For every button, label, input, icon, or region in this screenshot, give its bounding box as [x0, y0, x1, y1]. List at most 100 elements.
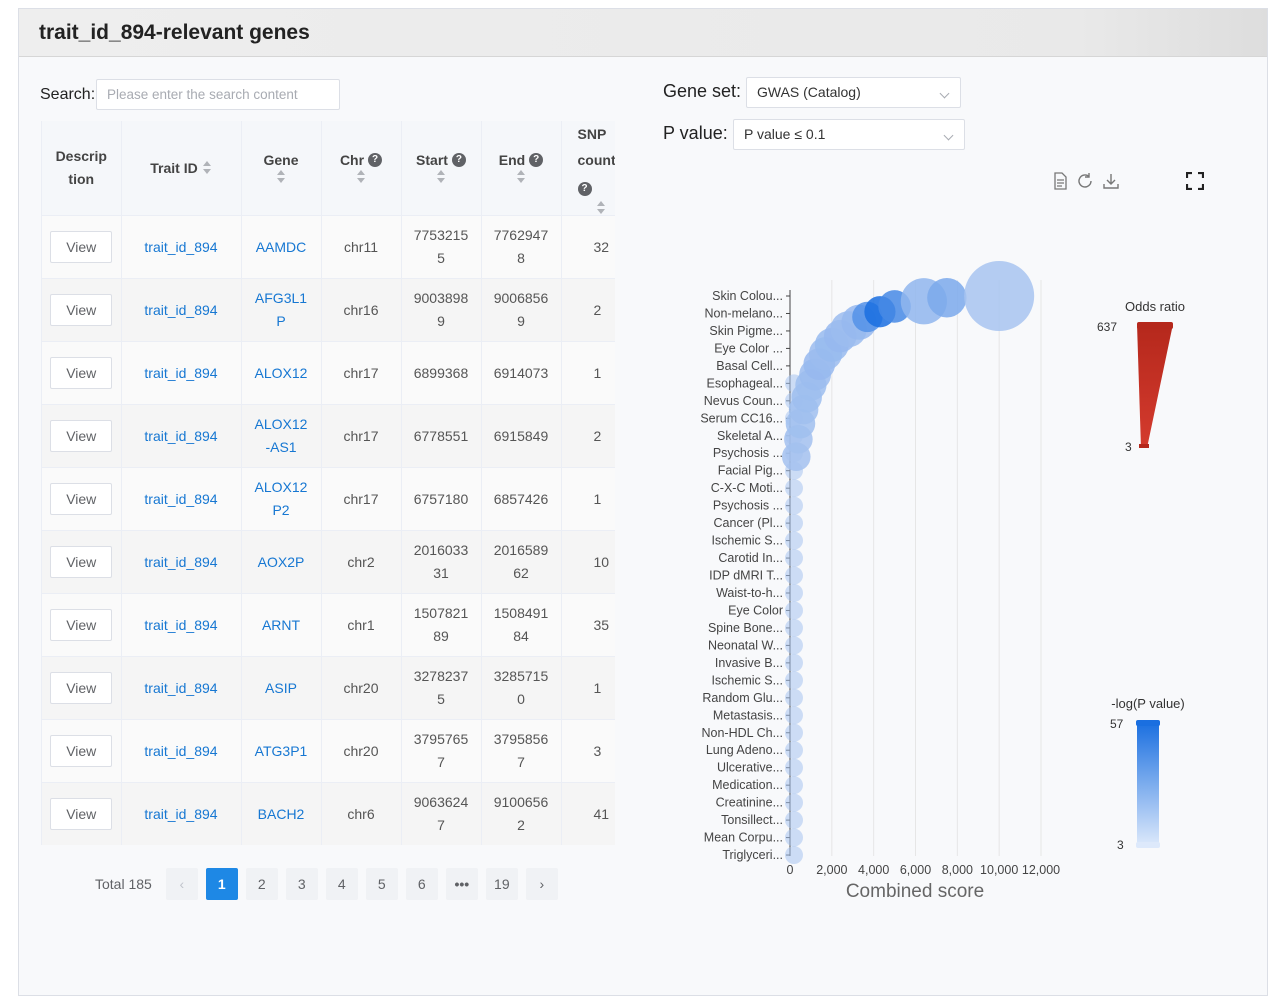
view-button[interactable]: View [50, 483, 113, 516]
gene-link[interactable]: ALOX12 [253, 362, 309, 385]
view-button[interactable]: View [50, 672, 113, 705]
trait-id-link[interactable]: trait_id_894 [144, 428, 217, 444]
snp-count-cell: 1 [561, 341, 615, 406]
page-2-button[interactable]: 2 [245, 868, 278, 900]
snp-count-cell: 35 [561, 593, 615, 658]
gene-link[interactable]: ALOX12-AS1 [253, 413, 309, 459]
neg-log-p-min: 3 [1117, 838, 1124, 852]
help-icon[interactable]: ? [529, 153, 544, 167]
sort-icon[interactable] [516, 170, 526, 184]
sort-icon[interactable] [356, 170, 366, 184]
end-value: 77629478 [493, 227, 549, 267]
download-icon[interactable] [1102, 172, 1120, 195]
col-end[interactable]: End? [481, 121, 562, 217]
page-6-button[interactable]: 6 [405, 868, 438, 900]
table-row: View trait_id_894 ALOX12P2 chr17 6757180 6857… [42, 467, 615, 532]
table-row: View trait_id_894 AAMDC chr11 77532155 776294… [42, 215, 615, 280]
view-button[interactable]: View [50, 609, 113, 642]
p-value-select[interactable]: P value ≤ 0.1 [733, 119, 965, 150]
view-button[interactable]: View [50, 798, 113, 831]
trait-id-link[interactable]: trait_id_894 [144, 365, 217, 381]
y-tick-label: Skin Colou... [712, 289, 783, 303]
description-cell: View [42, 341, 122, 406]
sort-icon[interactable] [596, 201, 606, 215]
description-cell: View [42, 656, 122, 721]
y-tick-label: Nevus Coun... [704, 394, 783, 408]
gene-link[interactable]: BACH2 [253, 803, 309, 826]
view-button[interactable]: View [50, 546, 113, 579]
y-tick-label: Neonatal W... [708, 638, 783, 652]
gene-cell: AOX2P [241, 530, 322, 595]
bubble [785, 496, 803, 515]
help-icon[interactable]: ? [368, 153, 383, 167]
restore-icon[interactable] [1076, 172, 1094, 195]
bubble [785, 566, 803, 585]
table-row: View trait_id_894 AOX2P chr2 201603331 201658… [42, 530, 615, 595]
gene-cell: AFG3L1P [241, 278, 322, 343]
trait-id-link[interactable]: trait_id_894 [144, 491, 217, 507]
view-button[interactable]: View [50, 231, 113, 264]
help-icon[interactable]: ? [451, 153, 466, 167]
neg-log-p-handle-top [1136, 720, 1160, 726]
trait-id-link[interactable]: trait_id_894 [144, 302, 217, 318]
view-button[interactable]: View [50, 735, 113, 768]
pagination: Total 185 ‹ 1 2 3 4 5 6 ••• 19 › [95, 868, 558, 900]
sort-icon[interactable] [436, 170, 446, 184]
page-3-button[interactable]: 3 [285, 868, 318, 900]
page-19-button[interactable]: 19 [485, 868, 518, 900]
trait-id-link[interactable]: trait_id_894 [144, 743, 217, 759]
view-button[interactable]: View [50, 357, 113, 390]
col-start[interactable]: Start? [401, 121, 482, 217]
search-input[interactable] [96, 79, 340, 110]
trait-id-link[interactable]: trait_id_894 [144, 554, 217, 570]
trait-id-link[interactable]: trait_id_894 [144, 680, 217, 696]
gene-link[interactable]: ARNT [253, 614, 309, 637]
gene-link[interactable]: AOX2P [253, 551, 309, 574]
gene-link[interactable]: ALOX12P2 [253, 476, 309, 522]
snp-count-value: 41 [593, 805, 610, 822]
help-icon[interactable]: ? [577, 182, 592, 196]
page-4-button[interactable]: 4 [325, 868, 358, 900]
end-value: 6915849 [493, 427, 549, 444]
trait-id-link[interactable]: trait_id_894 [144, 239, 217, 255]
sort-icon[interactable] [202, 161, 212, 175]
chr-cell: chr20 [321, 719, 402, 784]
y-tick-label: Ischemic S... [711, 673, 783, 687]
bubble [785, 531, 803, 550]
col-description: Descrip tion [42, 121, 122, 217]
col-snp-count[interactable]: SNP count ? [561, 121, 615, 217]
start-cell: 6757180 [401, 467, 482, 532]
view-button[interactable]: View [50, 420, 113, 453]
end-cell: 77629478 [481, 215, 562, 280]
y-tick-label: Tonsillect... [721, 813, 783, 827]
page-1-button[interactable]: 1 [205, 868, 238, 900]
col-chr[interactable]: Chr? [321, 121, 402, 217]
prev-page-button[interactable]: ‹ [165, 868, 198, 900]
col-trait-id[interactable]: Trait ID [121, 121, 242, 217]
col-gene[interactable]: Gene [241, 121, 322, 217]
chr-cell: chr1 [321, 593, 402, 658]
y-tick-label: Esophageal... [707, 376, 783, 390]
trait-id-link[interactable]: trait_id_894 [144, 806, 217, 822]
gene-link[interactable]: AFG3L1P [253, 287, 309, 333]
bubble [785, 601, 803, 620]
snp-count-cell: 1 [561, 467, 615, 532]
x-tick-label: 6,000 [900, 863, 931, 877]
gene-link[interactable]: ATG3P1 [253, 740, 309, 763]
page-5-button[interactable]: 5 [365, 868, 398, 900]
sort-icon[interactable] [276, 170, 286, 184]
end-value: 32857150 [493, 668, 549, 708]
gene-cell: ARNT [241, 593, 322, 658]
trait-id-link[interactable]: trait_id_894 [144, 617, 217, 633]
gene-link[interactable]: AAMDC [253, 236, 309, 259]
fullscreen-icon[interactable] [1185, 171, 1205, 195]
gene-set-select[interactable]: GWAS (Catalog) [746, 77, 961, 108]
more-pages-button[interactable]: ••• [445, 868, 478, 900]
view-button[interactable]: View [50, 294, 113, 327]
snp-count-cell: 10 [561, 530, 615, 595]
table-row: View trait_id_894 ARNT chr1 150782189 1508491… [42, 593, 615, 658]
gene-link[interactable]: ASIP [253, 677, 309, 700]
snp-count-cell: 2 [561, 404, 615, 469]
next-page-button[interactable]: › [525, 868, 558, 900]
data-view-icon[interactable] [1052, 172, 1068, 195]
